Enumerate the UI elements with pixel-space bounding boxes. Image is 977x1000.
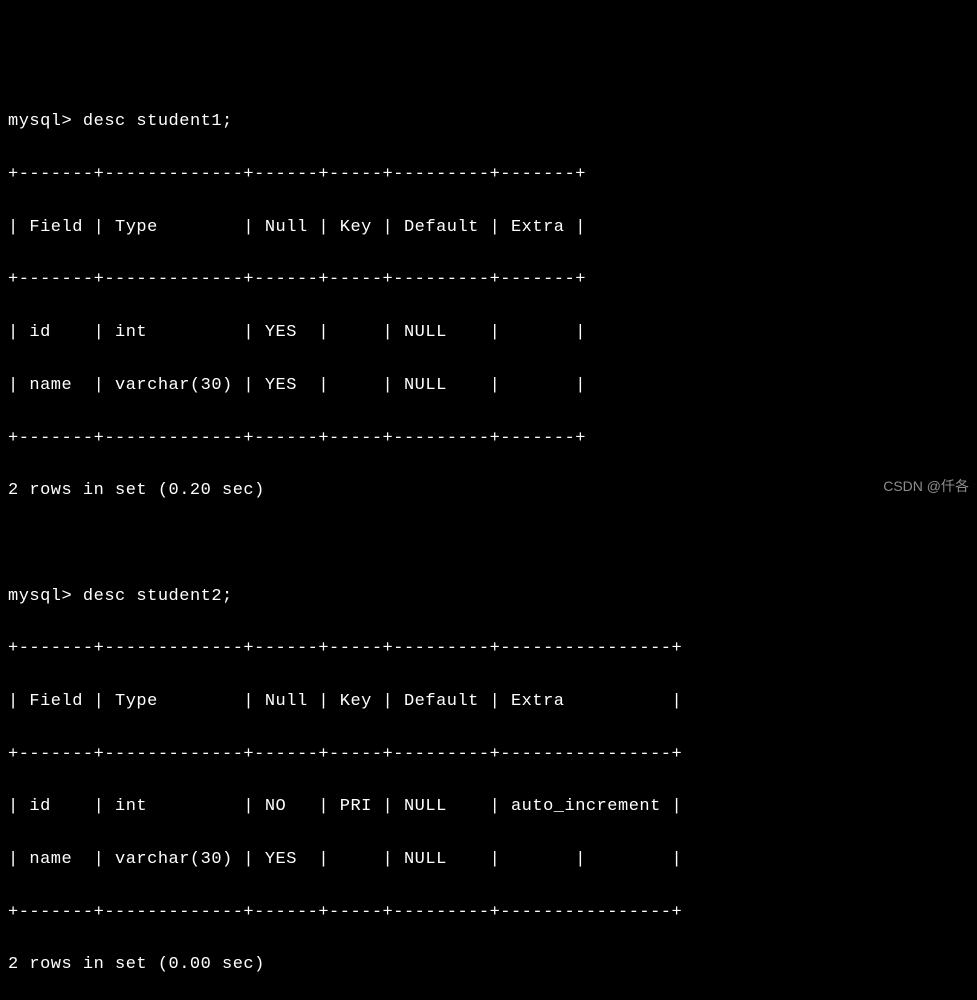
result-summary: 2 rows in set (0.20 sec) [8,478,969,504]
table-border-mid: +-------+-------------+------+-----+----… [8,742,969,768]
table-header-row: | Field | Type | Null | Key | Default | … [8,689,969,715]
mysql-command: desc student2; [83,587,233,606]
table-border-top: +-------+-------------+------+-----+----… [8,636,969,662]
mysql-prompt: mysql> [8,112,83,131]
mysql-command: desc student1; [83,112,233,131]
table-row: | id | int | NO | PRI | NULL | auto_incr… [8,794,969,820]
table-row: | id | int | YES | | NULL | | [8,320,969,346]
mysql-prompt-line-1: mysql> desc student1; [8,109,969,135]
table-border-bot: +-------+-------------+------+-----+----… [8,900,969,926]
mysql-prompt-line-2: mysql> desc student2; [8,584,969,610]
table-row: | name | varchar(30) | YES | | NULL | | … [8,847,969,873]
table-border-mid: +-------+-------------+------+-----+----… [8,267,969,293]
table-row: | name | varchar(30) | YES | | NULL | | [8,373,969,399]
table-border-bot: +-------+-------------+------+-----+----… [8,426,969,452]
blank-line [8,531,969,557]
mysql-prompt: mysql> [8,587,83,606]
table-header-row: | Field | Type | Null | Key | Default | … [8,215,969,241]
watermark: CSDN @仟各 [883,476,969,498]
table-border-top: +-------+-------------+------+-----+----… [8,162,969,188]
result-summary: 2 rows in set (0.00 sec) [8,952,969,978]
